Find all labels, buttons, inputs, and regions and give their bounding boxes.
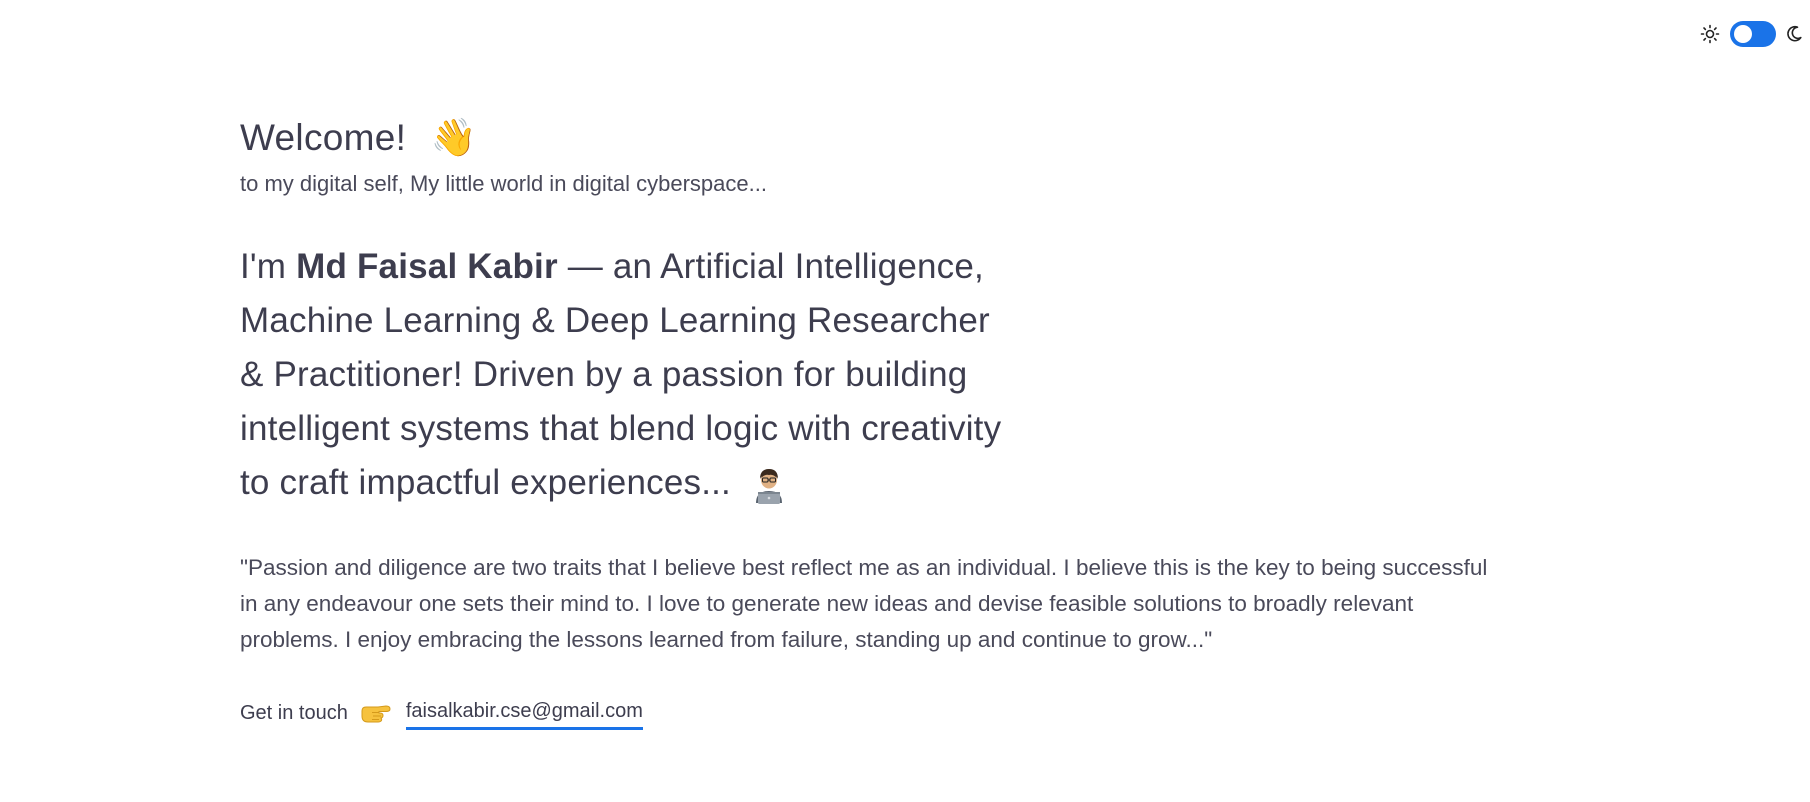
contact-row: Get in touch faisalkabir.cse@gmail.com [240,696,1500,730]
moon-icon [1787,25,1802,42]
main-content: Welcome! 👋 to my digital self, My little… [240,110,1500,730]
theme-switch[interactable] [1730,21,1776,47]
contact-label: Get in touch [240,702,348,724]
tagline: to my digital self, My little world in d… [240,171,767,196]
personal-quote: "Passion and diligence are two traits th… [240,555,1488,652]
switch-knob [1734,25,1752,43]
theme-toggle [1670,20,1810,48]
welcome-heading: Welcome! 👋 [240,110,1500,166]
sun-icon [1700,24,1720,44]
intro-paragraph: I'm Md Faisal Kabir — an Artificial Inte… [240,240,1020,510]
intro-prefix: I'm [240,247,297,286]
technologist-icon [755,468,782,504]
welcome-text: Welcome! [240,117,407,158]
pointing-right-icon [361,705,391,723]
author-name: Md Faisal Kabir [296,247,558,286]
waving-hand-icon: 👋 [430,116,478,159]
email-link[interactable]: faisalkabir.cse@gmail.com [405,696,643,730]
